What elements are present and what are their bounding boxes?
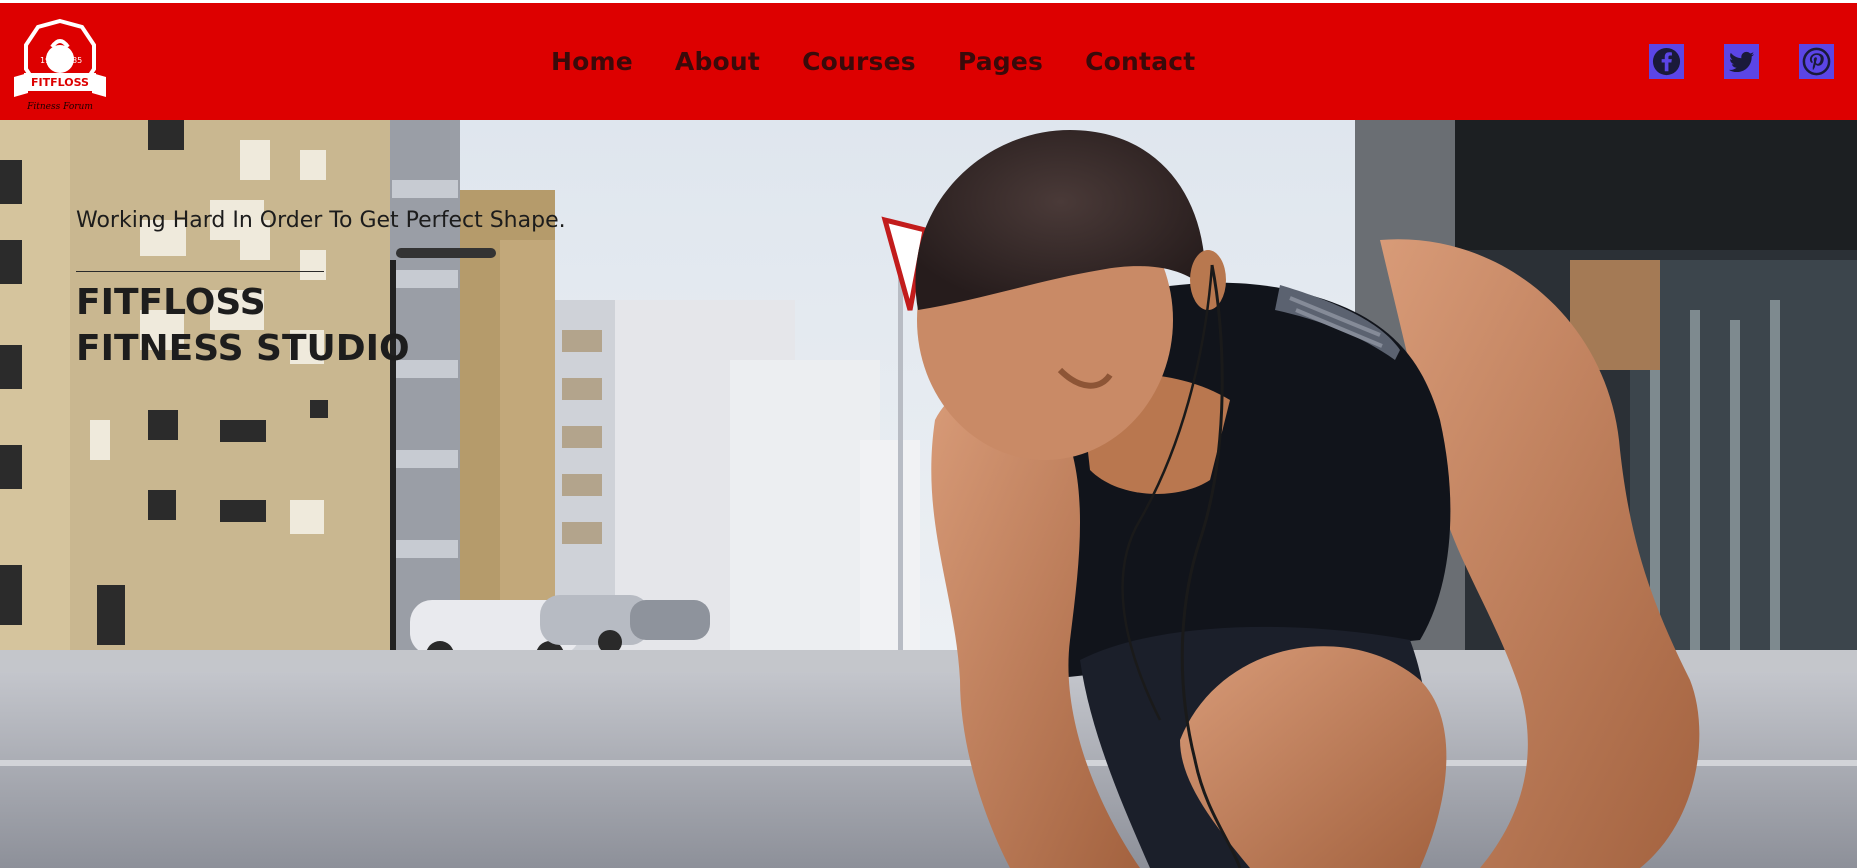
twitter-icon[interactable] (1724, 44, 1759, 79)
hero-title-line-2: FITNESS STUDIO (76, 328, 410, 369)
svg-text:Fitness Forum: Fitness Forum (26, 102, 93, 112)
nav-pages[interactable]: Pages (958, 47, 1043, 76)
kettlebell-logo-icon: 19 85 FITFLOSS Fitness Forum (14, 18, 106, 112)
svg-text:85: 85 (72, 56, 82, 65)
hero-title-line-1: FITFLOSS (76, 282, 266, 323)
facebook-icon[interactable] (1649, 44, 1684, 79)
site-header: 19 85 FITFLOSS Fitness Forum Home About … (0, 3, 1857, 120)
nav-contact[interactable]: Contact (1085, 47, 1195, 76)
pinterest-icon[interactable] (1799, 44, 1834, 79)
hero-divider (76, 271, 324, 272)
nav-home[interactable]: Home (551, 47, 633, 76)
main-nav: Home About Courses Pages Contact (551, 3, 1195, 120)
svg-text:FITFLOSS: FITFLOSS (31, 76, 89, 89)
nav-about[interactable]: About (675, 47, 760, 76)
hero-tagline: Working Hard In Order To Get Perfect Sha… (76, 208, 566, 233)
hero-title: FITFLOSS FITNESS STUDIO (76, 280, 410, 372)
brand-logo[interactable]: 19 85 FITFLOSS Fitness Forum (8, 17, 112, 117)
social-links (1649, 44, 1834, 79)
hero-section: Working Hard In Order To Get Perfect Sha… (0, 120, 1857, 868)
svg-text:19: 19 (40, 56, 50, 65)
nav-courses[interactable]: Courses (802, 47, 916, 76)
